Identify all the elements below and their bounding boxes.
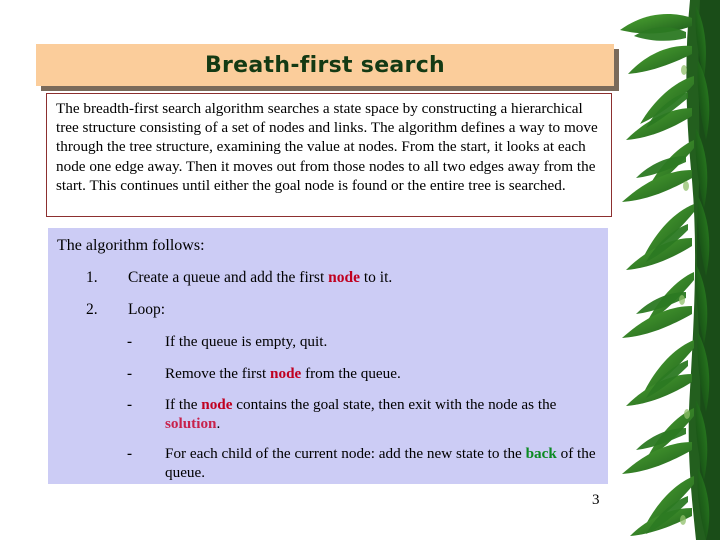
text-run: If the [165, 396, 202, 413]
slide-title-box: Breath-first search [36, 44, 614, 86]
bamboo-foliage-image [612, 0, 720, 540]
text-run: Create a queue and add the first [128, 269, 329, 286]
algorithm-content-box: The algorithm follows: 1. Create a queue… [48, 228, 608, 484]
list-item-text: If the queue is empty, quit. [165, 332, 598, 351]
list-marker: - [127, 333, 133, 350]
page-title: Breath-first search [204, 52, 446, 78]
text-run: contains the goal state, then exit with … [232, 396, 557, 413]
list-item-text: Remove the first node from the queue. [165, 364, 598, 383]
list-item-text: Create a queue and add the first node to… [128, 268, 600, 287]
text-run: from the queue. [301, 365, 401, 382]
keyword-node: node [328, 269, 360, 286]
list-item-text: For each child of the current node: add … [165, 444, 598, 482]
keyword-solution: solution [165, 415, 217, 432]
text-run: Loop: [128, 301, 166, 318]
list-item-text: If the node contains the goal state, the… [165, 395, 598, 433]
keyword-back: back [525, 445, 557, 462]
intro-paragraph: The breadth-first search algorithm searc… [56, 100, 598, 194]
text-run: If the queue is empty, quit. [165, 333, 328, 350]
text-run: . [216, 415, 221, 432]
slide-canvas: Breath-first search The breadth-first se… [0, 0, 720, 540]
keyword-node: node [270, 365, 302, 382]
list-marker: - [127, 365, 133, 382]
list-marker: 1. [86, 269, 98, 286]
list-marker: - [127, 445, 133, 462]
keyword-node: node [201, 396, 233, 413]
text-run: to it. [360, 269, 393, 286]
list-item-text: Loop: [128, 300, 600, 319]
text-run: Remove the first [165, 365, 271, 382]
intro-text-box: The breadth-first search algorithm searc… [46, 93, 612, 217]
list-marker: - [127, 396, 133, 413]
list-marker: 2. [86, 301, 98, 318]
page-number: 3 [592, 492, 600, 508]
text-run: For each child of the current node: add … [165, 445, 526, 462]
lead-in-label: The algorithm follows: [57, 237, 205, 254]
